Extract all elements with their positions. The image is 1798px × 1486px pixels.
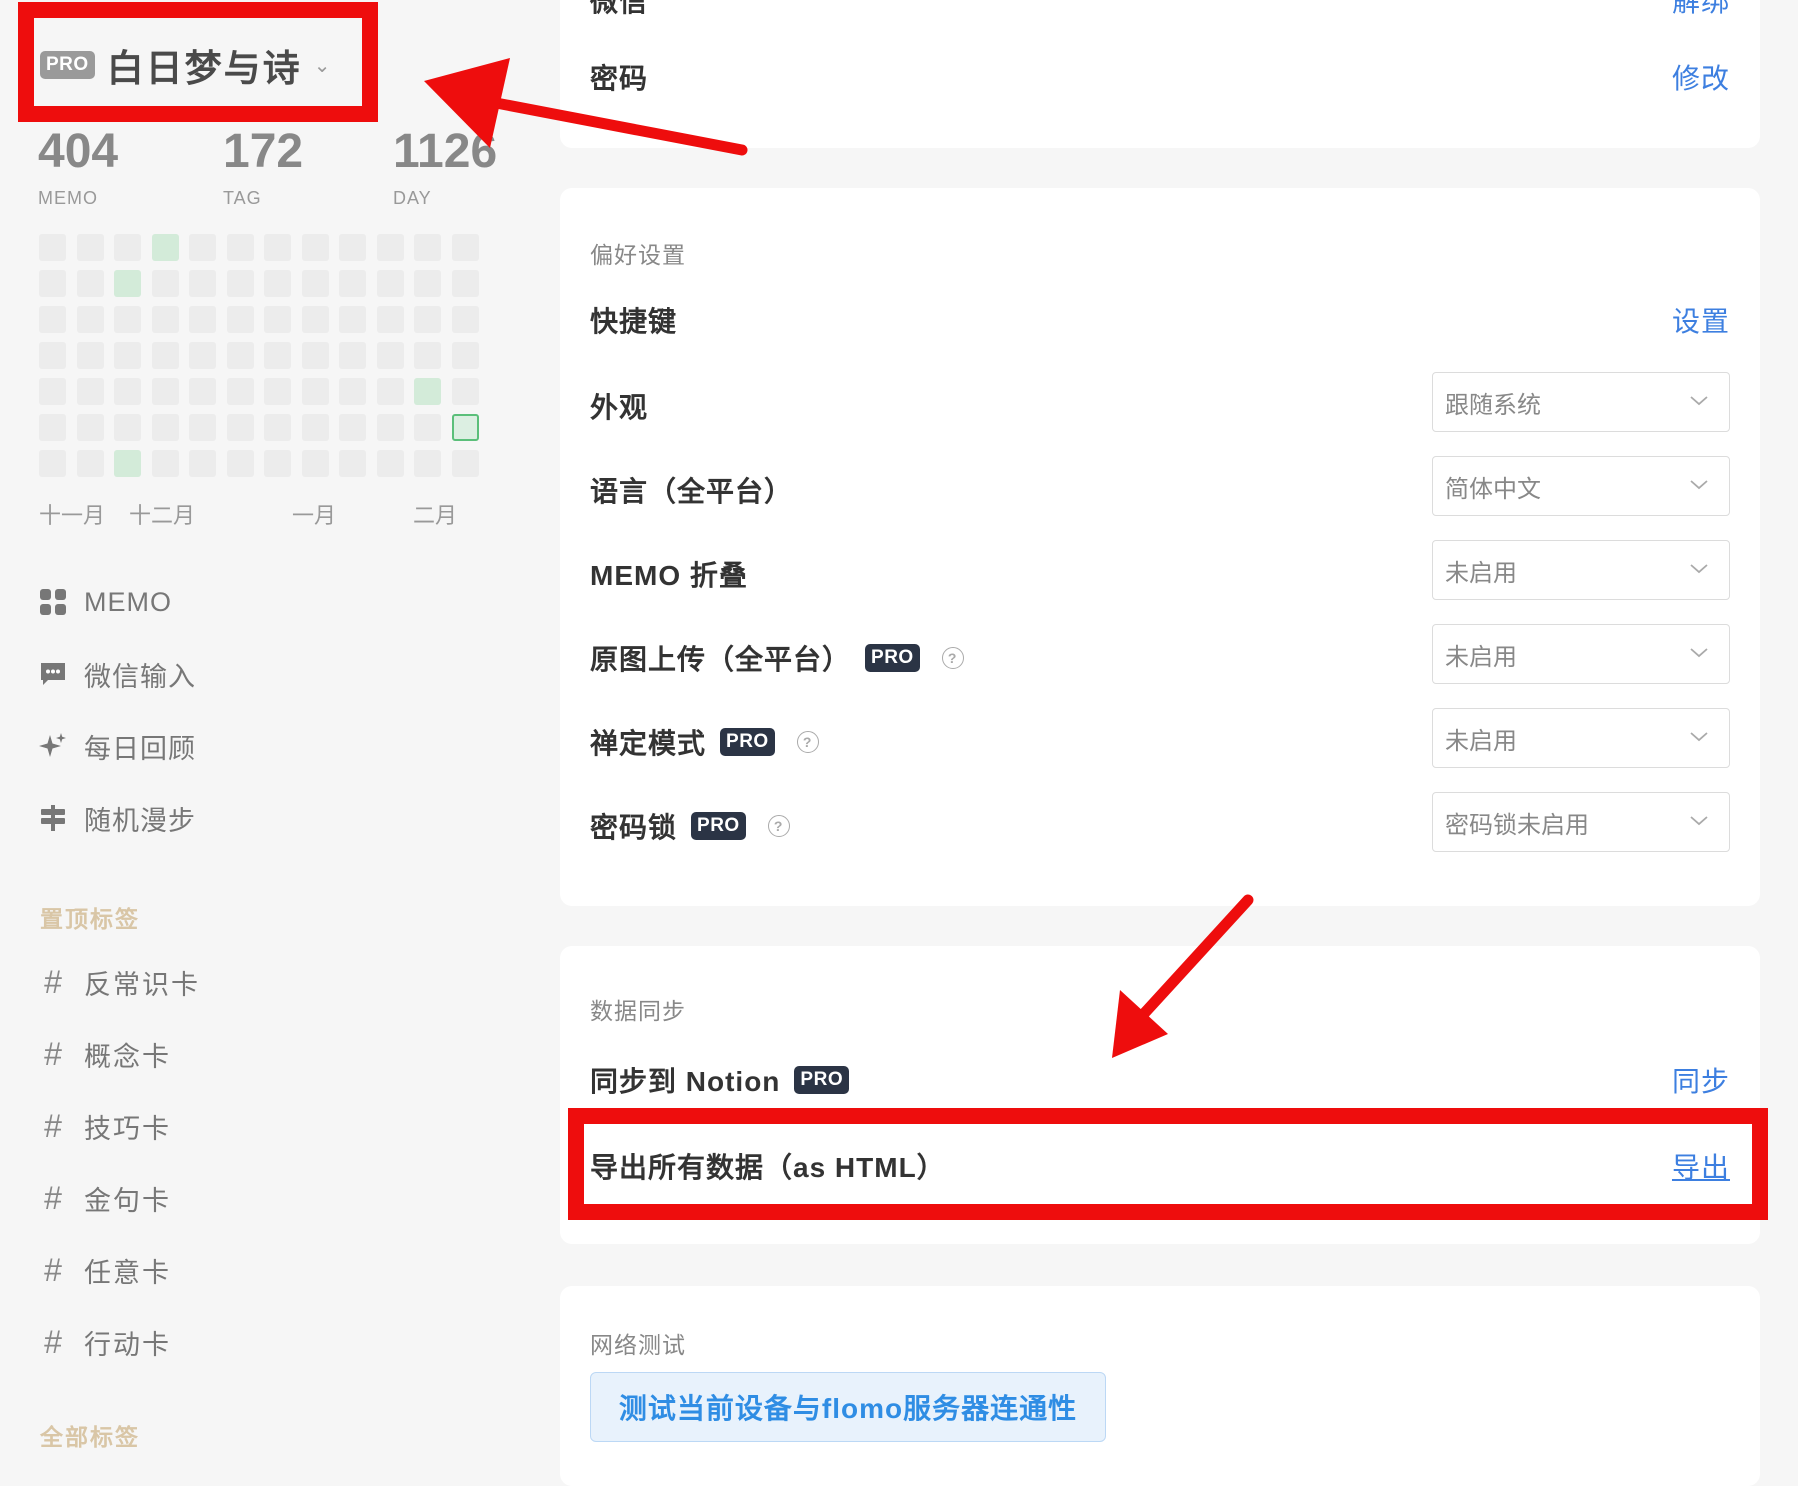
arrow-to-export [1112, 894, 1254, 1058]
annotation-arrows [424, 58, 1254, 1058]
arrow-to-username [424, 58, 748, 156]
